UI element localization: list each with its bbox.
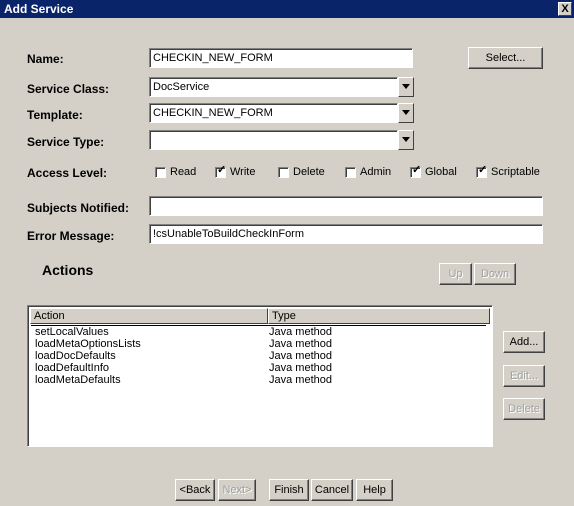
service-class-dropdown[interactable]: DocService — [149, 77, 398, 97]
access-level-label: Access Level: — [27, 166, 108, 180]
template-dropdown-button[interactable] — [398, 103, 414, 123]
service-class-dropdown-button[interactable] — [398, 77, 414, 97]
checkmark-icon: ✓ — [478, 163, 488, 176]
name-label: Name: — [27, 52, 64, 66]
cancel-button[interactable]: Cancel — [311, 479, 353, 501]
checkbox-write[interactable]: ✓ Write — [215, 163, 255, 178]
checkbox-box[interactable] — [278, 166, 289, 178]
table-row[interactable]: loadMetaDefaults Java method — [31, 374, 486, 386]
type-cell: Java method — [269, 350, 332, 362]
edit-action-button[interactable]: Edit... — [503, 365, 545, 387]
up-button[interactable]: Up — [439, 263, 472, 285]
checkbox-box[interactable]: ✓ — [476, 163, 488, 178]
chevron-down-icon — [402, 110, 410, 115]
checkbox-delete[interactable]: Delete — [278, 166, 325, 178]
checkbox-box[interactable] — [155, 166, 166, 178]
checkbox-admin[interactable]: Admin — [345, 166, 391, 178]
window-title: Add Service — [4, 2, 74, 16]
service-type-dropdown-button[interactable] — [398, 130, 414, 150]
action-cell: loadDefaultInfo — [35, 362, 109, 374]
table-row[interactable]: loadMetaOptionsLists Java method — [31, 338, 486, 350]
action-cell: loadDocDefaults — [35, 350, 116, 362]
checkmark-icon: ✓ — [217, 163, 227, 176]
back-button[interactable]: <Back — [175, 479, 215, 501]
error-message-label: Error Message: — [27, 229, 115, 243]
chevron-down-icon — [402, 84, 410, 89]
action-cell: setLocalValues — [35, 326, 109, 338]
checkbox-global[interactable]: ✓ Global — [410, 163, 457, 178]
add-action-button[interactable]: Add... — [503, 331, 545, 353]
type-cell: Java method — [269, 326, 332, 338]
template-label: Template: — [27, 108, 83, 122]
table-row[interactable]: loadDocDefaults Java method — [31, 350, 486, 362]
table-row[interactable]: loadDefaultInfo Java method — [31, 362, 486, 374]
type-cell: Java method — [269, 338, 332, 350]
help-button[interactable]: Help — [356, 479, 393, 501]
column-header-type[interactable]: Type — [268, 308, 490, 324]
type-cell: Java method — [269, 374, 332, 386]
name-field[interactable]: CHECKIN_NEW_FORM — [149, 48, 413, 68]
template-dropdown[interactable]: CHECKIN_NEW_FORM — [149, 103, 398, 123]
service-type-dropdown[interactable] — [149, 130, 398, 150]
column-header-action[interactable]: Action — [30, 308, 268, 324]
delete-action-button[interactable]: Delete — [503, 398, 545, 420]
service-type-label: Service Type: — [27, 135, 105, 149]
error-message-field[interactable]: !csUnableToBuildCheckInForm — [149, 224, 543, 244]
title-bar[interactable]: Add Service X — [0, 0, 574, 18]
close-button[interactable]: X — [558, 2, 572, 16]
subjects-notified-label: Subjects Notified: — [27, 201, 130, 215]
checkbox-read[interactable]: Read — [155, 166, 196, 178]
checkbox-scriptable[interactable]: ✓ Scriptable — [476, 163, 540, 178]
action-cell: loadMetaDefaults — [35, 374, 121, 386]
action-cell: loadMetaOptionsLists — [35, 338, 141, 350]
next-button[interactable]: Next> — [218, 479, 256, 501]
checkbox-box[interactable] — [345, 166, 356, 178]
table-row[interactable]: setLocalValues Java method — [31, 325, 486, 338]
actions-table[interactable]: Action Type setLocalValues Java method l… — [27, 305, 493, 447]
checkmark-icon: ✓ — [412, 163, 422, 176]
service-class-label: Service Class: — [27, 82, 110, 96]
type-cell: Java method — [269, 362, 332, 374]
finish-button[interactable]: Finish — [269, 479, 309, 501]
chevron-down-icon — [402, 137, 410, 142]
select-button[interactable]: Select... — [468, 47, 543, 69]
add-service-dialog: Add Service X Name: CHECKIN_NEW_FORM Sel… — [0, 0, 574, 506]
actions-section-title: Actions — [42, 262, 94, 278]
subjects-notified-field[interactable] — [149, 196, 543, 216]
down-button[interactable]: Down — [474, 263, 516, 285]
checkbox-box[interactable]: ✓ — [215, 163, 227, 178]
checkbox-box[interactable]: ✓ — [410, 163, 422, 178]
